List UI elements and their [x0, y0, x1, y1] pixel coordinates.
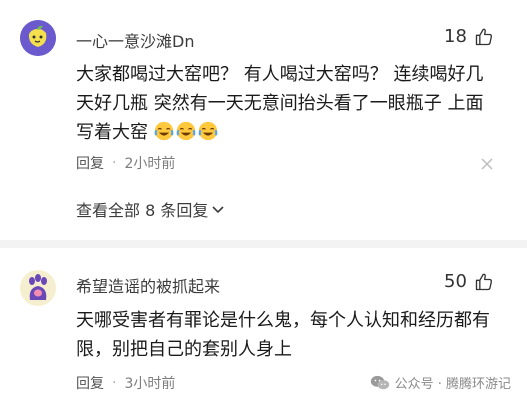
watermark-text: 公众号 · 腾腾环游记	[394, 377, 511, 392]
comment-body: 天哪受害者有罪论是什么鬼，每个人认知和经历都有限，别把自己的套别人身上	[76, 310, 490, 360]
reply-button[interactable]: 回复	[76, 153, 104, 173]
paw-avatar-icon	[20, 270, 56, 306]
comment-body: 大家都喝过大窑吧？ 有人喝过大窑吗？ 连续喝好几天好几瓶 突然有一天无意间抬头看…	[76, 64, 484, 143]
reply-button[interactable]: 回复	[76, 373, 104, 393]
comment-meta: 回复 · 3小时前	[76, 373, 175, 393]
thumbs-up-icon[interactable]	[474, 272, 494, 292]
separator-dot: ·	[112, 375, 117, 391]
laughing-crying-emoji-icon	[198, 121, 218, 141]
username[interactable]: 希望造谣的被抓起来	[76, 273, 220, 297]
thumbs-up-icon[interactable]	[474, 27, 494, 47]
wechat-icon	[370, 375, 389, 389]
watermark: 公众号 · 腾腾环游记	[370, 373, 511, 392]
lemon-avatar-icon	[20, 20, 56, 56]
avatar[interactable]	[20, 20, 56, 56]
view-all-replies-label: 查看全部 8 条回复	[76, 201, 209, 220]
emoji-row	[154, 121, 220, 143]
comment-text: 天哪受害者有罪论是什么鬼，每个人认知和经历都有限，别把自己的套别人身上	[76, 306, 496, 364]
view-all-replies-button[interactable]: 查看全部 8 条回复	[76, 197, 225, 221]
divider	[0, 240, 527, 248]
chevron-down-icon	[212, 206, 224, 214]
timestamp: 3小时前	[124, 376, 176, 392]
like-count: 18	[444, 26, 467, 47]
comment-meta: 回复 · 2小时前	[76, 153, 175, 173]
like-count: 50	[444, 271, 467, 292]
close-icon[interactable]	[480, 157, 494, 171]
comment-text: 大家都喝过大窑吧？ 有人喝过大窑吗？ 连续喝好几天好几瓶 突然有一天无意间抬头看…	[76, 60, 496, 147]
username[interactable]: 一心一意沙滩Dn	[76, 28, 194, 52]
timestamp: 2小时前	[124, 156, 176, 172]
laughing-crying-emoji-icon	[176, 121, 196, 141]
separator-dot: ·	[112, 155, 117, 171]
laughing-crying-emoji-icon	[154, 121, 174, 141]
avatar[interactable]	[20, 270, 56, 306]
